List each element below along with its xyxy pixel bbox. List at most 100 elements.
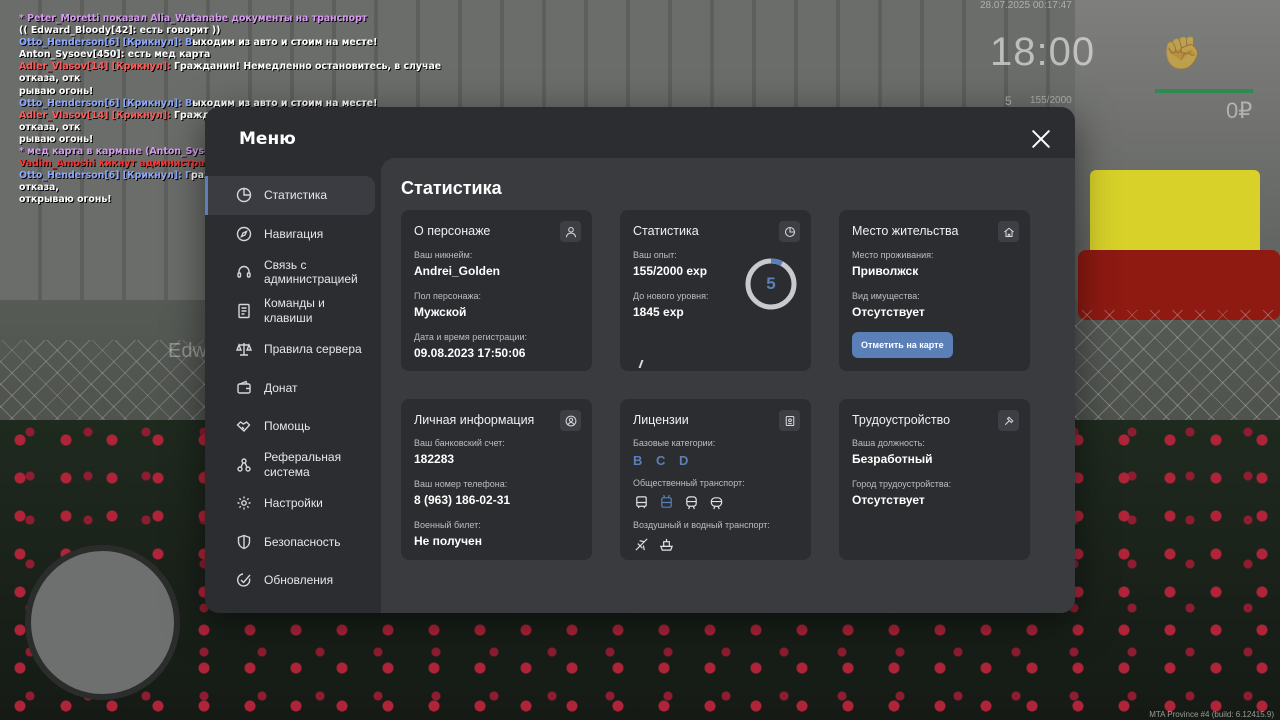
pie-chart-icon [779, 221, 800, 242]
hud-level: 5 [1005, 94, 1012, 108]
field-label: Место проживания: [852, 250, 934, 260]
field-label: Военный билет: [414, 520, 481, 530]
property-value: Отсутствует [852, 305, 925, 319]
hud-exp: 155/2000 [1030, 95, 1072, 106]
sidebar-item-scales[interactable]: Правила сервера [205, 330, 375, 369]
sidebar-item-pie-chart[interactable]: Статистика [205, 176, 375, 215]
sidebar-item-document[interactable]: Команды и клавиши [205, 292, 375, 331]
card-title: Личная информация [414, 413, 535, 427]
card-residence: Место жительства Место проживания: Приво… [839, 210, 1030, 371]
field-label: Вид имущества: [852, 291, 920, 301]
tram-icon [683, 494, 699, 510]
field-label: Ваш номер телефона: [414, 479, 508, 489]
document-icon [235, 302, 253, 320]
field-label: Город трудоустройства: [852, 479, 952, 489]
level-number: 5 [766, 274, 776, 293]
chat-line: Otto_Henderson[6] [Крикнул]: Выходим из … [19, 37, 378, 49]
sidebar-nav: Статистика Навигация Связь с администрацие… [205, 176, 381, 600]
sidebar-item-label: Настройки [264, 496, 323, 510]
level-progress-ring: 5 [744, 257, 798, 311]
job-city-value: Отсутствует [852, 493, 925, 507]
menu-title: Меню [239, 129, 296, 149]
position-value: Безработный [852, 452, 933, 466]
sidebar-item-label: Команды и клавиши [264, 296, 325, 325]
field-label: Ваш банковский счет: [414, 438, 505, 448]
wallet-icon [235, 379, 253, 397]
user-icon [560, 221, 581, 242]
nickname-value: Andrei_Golden [414, 264, 501, 278]
card-title: Статистика [633, 224, 699, 238]
card-character: О персонаже Ваш никнейм: Andrei_Golden П… [401, 210, 592, 371]
mark-on-map-button[interactable]: Отметить на карте [852, 332, 953, 358]
fist-icon: ✊ [1162, 35, 1202, 71]
hud-clock: 18:00 [990, 30, 1096, 74]
handshake-icon [235, 417, 253, 435]
sidebar-item-gear[interactable]: Настройки [205, 484, 375, 523]
content-panel: Статистика О персонаже Ваш никнейм: Andr… [381, 158, 1075, 613]
card-personal-info: Личная информация Ваш банковский счет: 1… [401, 399, 592, 560]
sidebar-item-label: Безопасность [264, 534, 341, 549]
headset-icon [235, 263, 253, 281]
air-water-transport-icons [633, 536, 798, 552]
sidebar-item-label: Статистика [264, 188, 328, 202]
sidebar-item-label: Связь с администрацией [264, 257, 358, 287]
chat-line: Anton_Sysoev[450]: есть мед карта [19, 49, 211, 61]
compass-icon [235, 225, 253, 243]
chat-line: (( Edward_Bloody[42]: есть говорит )) [19, 25, 221, 37]
card-title: Место жительства [852, 224, 959, 238]
sidebar-item-handshake[interactable]: Помощь [205, 407, 375, 446]
ship-icon [658, 536, 674, 552]
check-circle-icon [235, 571, 253, 589]
sidebar-item-compass[interactable]: Навигация [205, 215, 375, 254]
sidebar-item-label: Обновления [264, 573, 334, 587]
card-title: Лицензии [633, 413, 689, 427]
scales-icon [235, 340, 253, 358]
hud-money: 0₽ [1226, 98, 1253, 123]
field-label: Ваша должность: [852, 438, 925, 448]
sidebar-item-shield[interactable]: Безопасность [205, 523, 375, 562]
card-licenses: Лицензии Базовые категории: B C D Общест… [620, 399, 811, 560]
sidebar-item-network[interactable]: Реферальная система [205, 446, 375, 485]
sidebar-item-label: Помощь [264, 419, 311, 433]
field-label: Ваш никнейм: [414, 250, 473, 260]
card-employment: Трудоустройство Ваша должность: Безработ… [839, 399, 1030, 560]
sidebar-item-wallet[interactable]: Донат [205, 369, 375, 408]
bank-account-value: 182283 [414, 452, 455, 466]
hud-health-bar [1155, 89, 1253, 93]
content-title: Статистика [401, 178, 502, 198]
sidebar-item-label: Правила сервера [264, 342, 362, 356]
shield-icon [235, 533, 253, 551]
bus-icon [633, 494, 649, 510]
airplane-icon [633, 536, 649, 552]
sidebar-item-label: Донат [264, 380, 298, 395]
phone-value: 8 (963) 186-02-31 [414, 493, 511, 507]
gear-icon [235, 494, 253, 512]
close-button[interactable] [1029, 127, 1053, 151]
player-nametag: Edw [168, 340, 207, 362]
trolleybus-icon [658, 494, 674, 510]
metro-icon [708, 494, 724, 510]
pie-chart-icon [235, 186, 253, 204]
card-title: О персонаже [414, 224, 491, 238]
chat-line: * Peter_Moretti показал Alia_Watanabe до… [19, 13, 368, 24]
sidebar-item-check-circle[interactable]: Обновления [205, 561, 375, 600]
field-label: Базовые категории: [633, 438, 716, 448]
public-transport-icons [633, 494, 798, 510]
field-label: Пол персонажа: [414, 291, 482, 301]
military-id-value: Не получен [414, 534, 482, 548]
card-title: Трудоустройство [852, 413, 951, 427]
sidebar-item-label: Реферальная система [264, 450, 342, 479]
registration-value: 09.08.2023 17:50:06 [414, 346, 526, 360]
ambulance-vehicle [1090, 170, 1260, 260]
sidebar-item-headset[interactable]: Связь с администрацией [205, 253, 375, 292]
card-statistics: Статистика Ваш опыт: 155/2000 exp До нов… [620, 210, 811, 371]
license-categories: B C D [633, 453, 694, 468]
build-info: MTA Province #4 (build: 6.12415.9) [1149, 710, 1274, 719]
id-card-icon [779, 410, 800, 431]
sex-value: Мужской [414, 305, 467, 319]
home-icon [998, 221, 1019, 242]
sidebar-item-label: Навигация [264, 226, 324, 241]
hammer-icon [998, 410, 1019, 431]
user-circle-icon [560, 410, 581, 431]
field-label: Общественный транспорт: [633, 478, 745, 488]
